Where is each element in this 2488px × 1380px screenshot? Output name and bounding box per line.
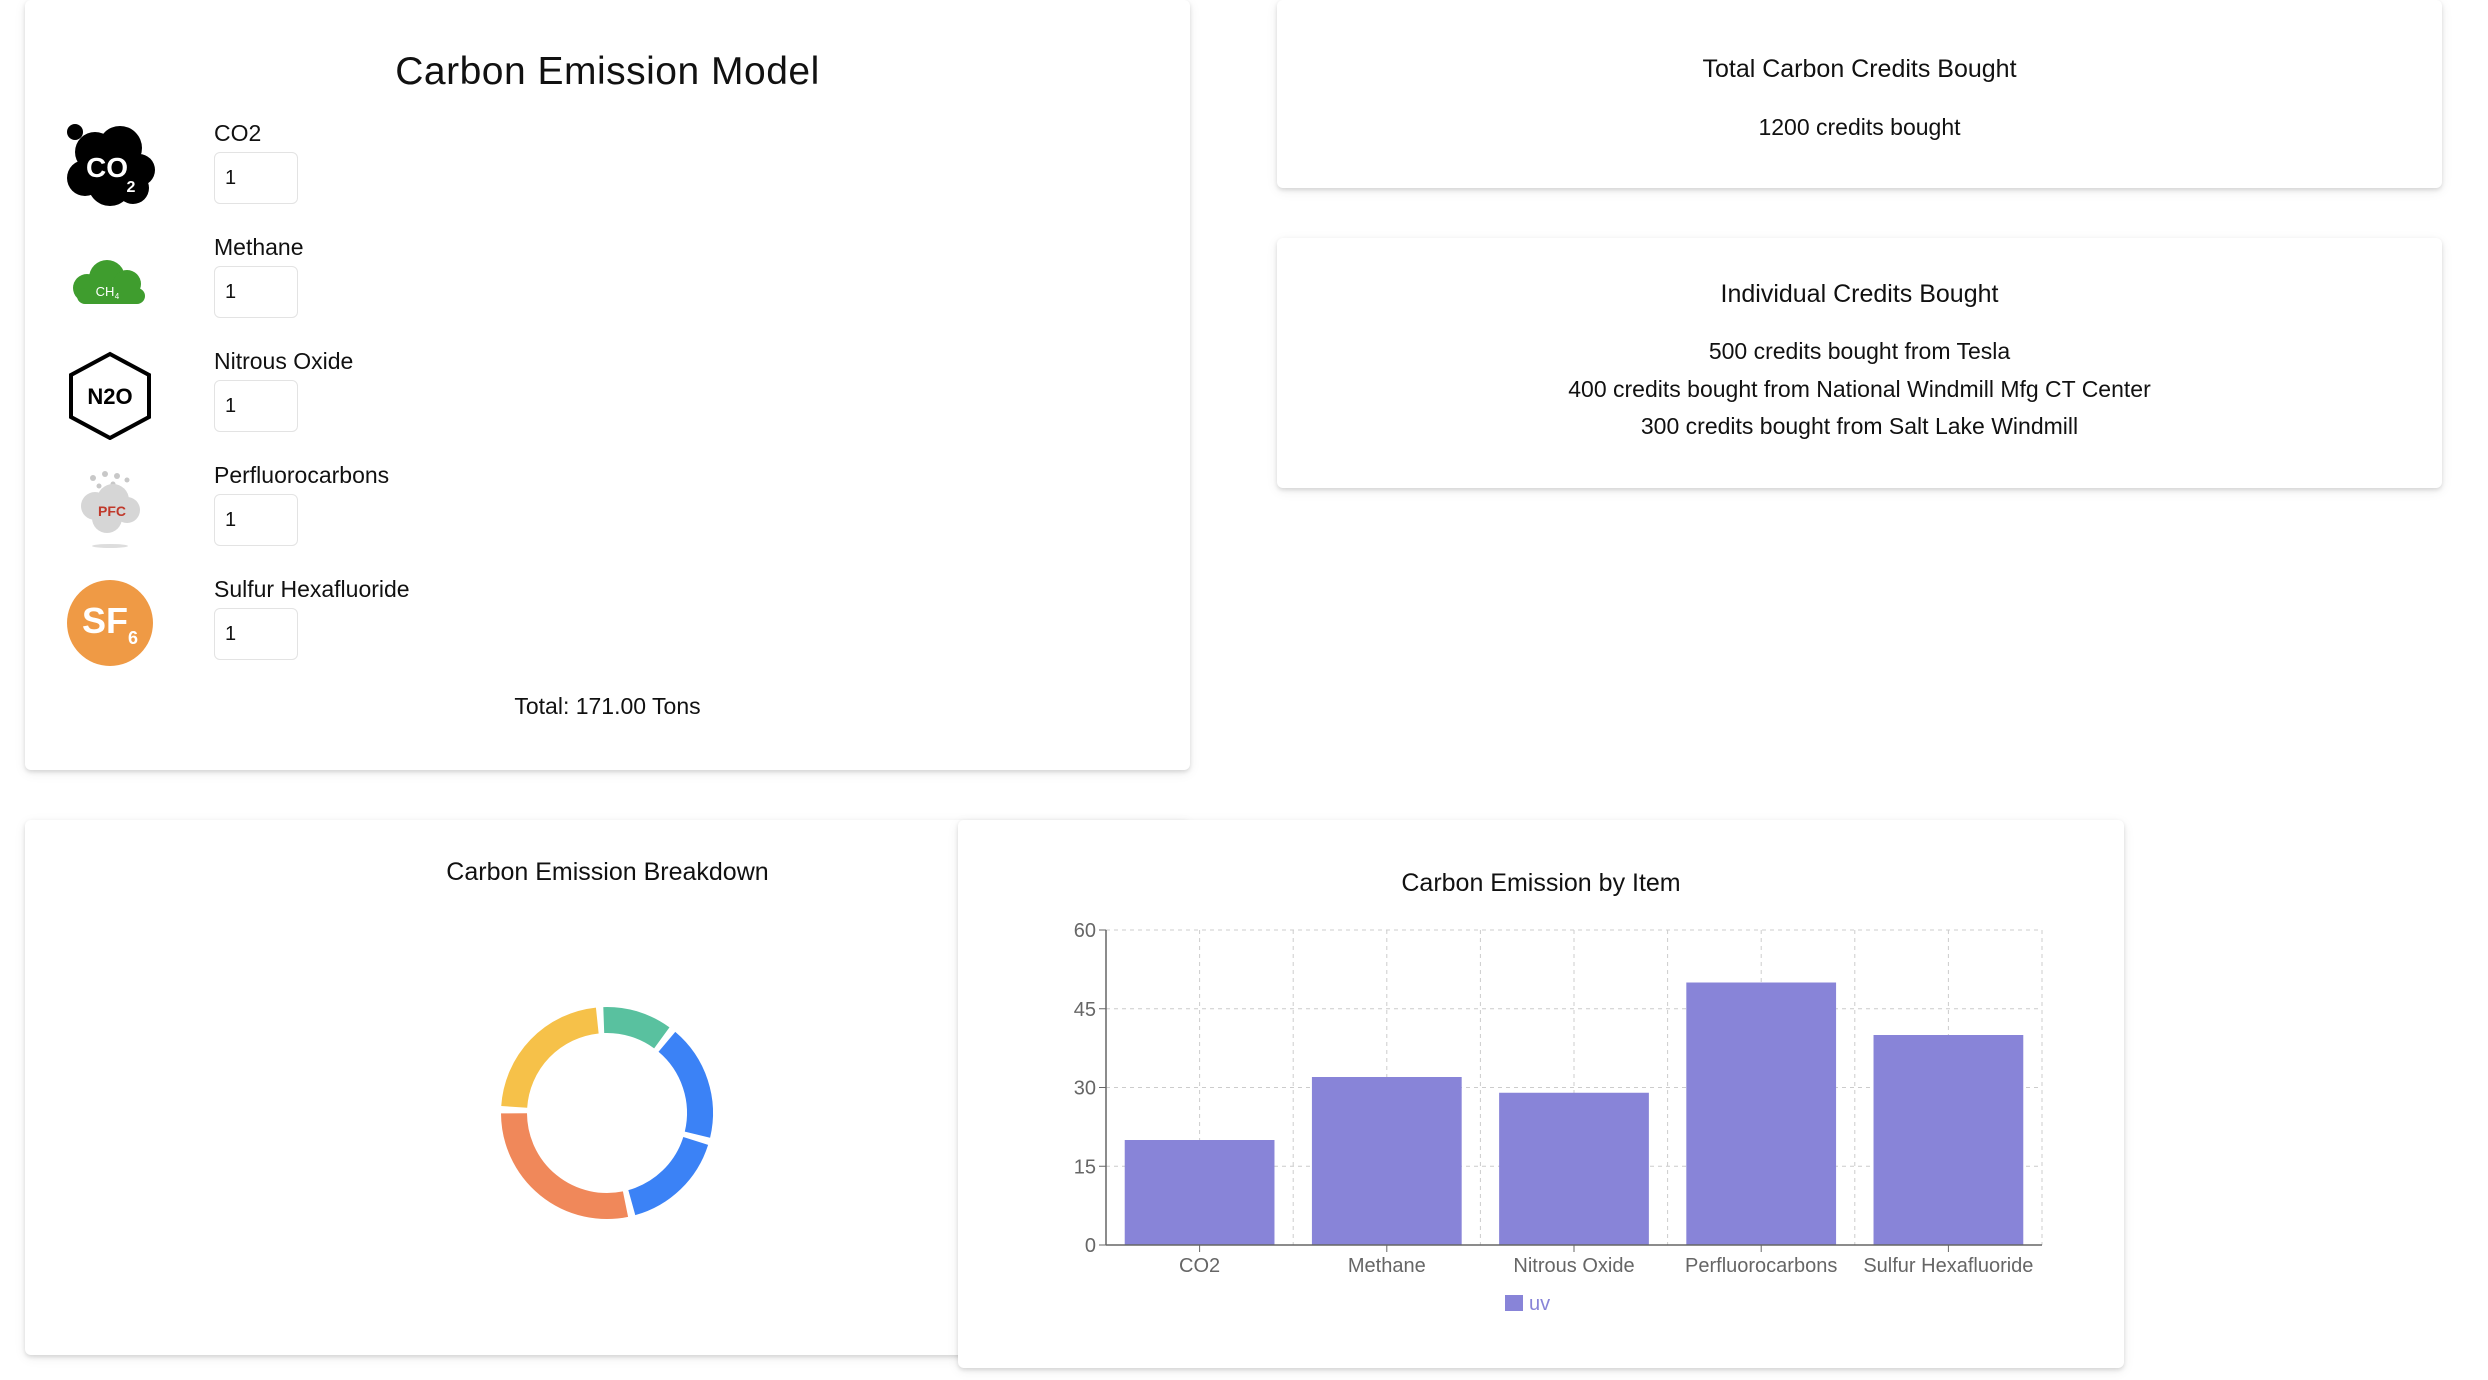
credit-line: 500 credits bought from Tesla bbox=[1708, 338, 2011, 364]
model-total: Total: 171.00 Tons bbox=[514, 693, 701, 719]
gas-label: CO2 bbox=[214, 120, 262, 146]
y-tick-label: 60 bbox=[1074, 920, 1096, 942]
sulfur-hexafluoride-input[interactable] bbox=[214, 608, 298, 660]
pfc-cloud-icon: PFC bbox=[81, 471, 140, 548]
gas-row-methane: CH 4 Methane bbox=[65, 234, 665, 346]
gas-row-sulfur-hexafluoride: SF 6 Sulfur Hexafluoride bbox=[65, 576, 665, 688]
y-tick-label: 0 bbox=[1085, 1235, 1096, 1257]
x-tick-label: CO2 bbox=[1179, 1255, 1220, 1277]
total-credits-card: Total Carbon Credits Bought 1200 credits… bbox=[1277, 0, 2442, 188]
model-title: Carbon Emission Model bbox=[395, 50, 820, 93]
bar-methane[interactable] bbox=[1311, 1077, 1462, 1245]
x-tick-label: Sulfur Hexafluoride bbox=[1863, 1255, 2033, 1277]
y-tick-label: 30 bbox=[1074, 1078, 1096, 1100]
svg-text:SF: SF bbox=[82, 600, 128, 641]
bar-perfluorocarbons[interactable] bbox=[1686, 982, 1837, 1246]
co2-cloud-icon: CO 2 bbox=[67, 124, 155, 206]
donut-slice-nitrous-oxide[interactable] bbox=[627, 1136, 709, 1216]
y-tick-label: 15 bbox=[1074, 1156, 1096, 1178]
n2o-hexagon-icon: N2O bbox=[69, 351, 151, 440]
gas-row-co2: CO 2 CO2 bbox=[65, 120, 665, 232]
methane-input[interactable] bbox=[214, 266, 298, 318]
svg-text:2: 2 bbox=[127, 179, 136, 196]
gas-label: Perfluorocarbons bbox=[214, 462, 390, 488]
x-tick-label: Methane bbox=[1348, 1255, 1426, 1277]
co2-input[interactable] bbox=[214, 152, 298, 204]
legend: uv bbox=[1505, 1293, 1550, 1315]
total-credits-title: Total Carbon Credits Bought bbox=[1702, 55, 2017, 83]
y-tick-label: 45 bbox=[1074, 999, 1096, 1021]
bar-nitrous-oxide[interactable] bbox=[1499, 1092, 1649, 1245]
credit-line: 400 credits bought from National Windmil… bbox=[1568, 376, 2151, 402]
gas-row-nitrous-oxide: N2O Nitrous Oxide bbox=[65, 348, 665, 460]
x-tick-label: Nitrous Oxide bbox=[1513, 1255, 1634, 1277]
bar-chart: 0 15 30 45 60 CO2 Methane Nitrous Oxide Perfluor… bbox=[1074, 920, 2043, 1315]
bar-co2[interactable] bbox=[1124, 1140, 1275, 1245]
gas-label: Methane bbox=[214, 234, 304, 260]
individual-credits-title: Individual Credits Bought bbox=[1720, 280, 1999, 308]
bar-sulfur-hexafluoride[interactable] bbox=[1873, 1035, 2024, 1245]
gas-row-perfluorocarbons: PFC Perfluorocarbons bbox=[65, 462, 665, 574]
donut-slice-sulfur-hexafluoride[interactable] bbox=[501, 1007, 600, 1109]
individual-credits-card: Individual Credits Bought 500 credits bo… bbox=[1277, 238, 2442, 488]
donut-slice-co2[interactable] bbox=[603, 1007, 670, 1049]
svg-text:PFC: PFC bbox=[98, 503, 126, 519]
svg-text:4: 4 bbox=[115, 292, 120, 301]
donut-slice-methane[interactable] bbox=[658, 1031, 713, 1138]
methane-cloud-icon: CH 4 bbox=[73, 260, 145, 304]
gas-label: Nitrous Oxide bbox=[214, 348, 354, 374]
donut-slice-perfluorocarbons[interactable] bbox=[501, 1112, 629, 1219]
total-credits-text: 1200 credits bought bbox=[1758, 114, 1961, 140]
carbon-model-card: Carbon Emission Model CO 2 CO2 CH 4 Meth… bbox=[25, 0, 1190, 770]
sf6-circle-icon: SF 6 bbox=[67, 580, 153, 666]
perfluorocarbons-input[interactable] bbox=[214, 494, 298, 546]
legend-label: uv bbox=[1529, 1293, 1550, 1315]
svg-text:CH: CH bbox=[96, 284, 115, 299]
svg-text:6: 6 bbox=[128, 628, 138, 648]
svg-text:CO: CO bbox=[86, 152, 128, 183]
x-tick-label: Perfluorocarbons bbox=[1685, 1255, 1837, 1277]
legend-swatch bbox=[1505, 1295, 1523, 1311]
svg-text:N2O: N2O bbox=[87, 384, 132, 409]
bar-chart-card: Carbon Emission by Item 0 15 30 45 60 CO2 Meth… bbox=[958, 820, 2124, 1368]
gas-label: Sulfur Hexafluoride bbox=[214, 576, 410, 602]
credit-line: 300 credits bought from Salt Lake Windmi… bbox=[1640, 413, 2079, 439]
nitrous-oxide-input[interactable] bbox=[214, 380, 298, 432]
